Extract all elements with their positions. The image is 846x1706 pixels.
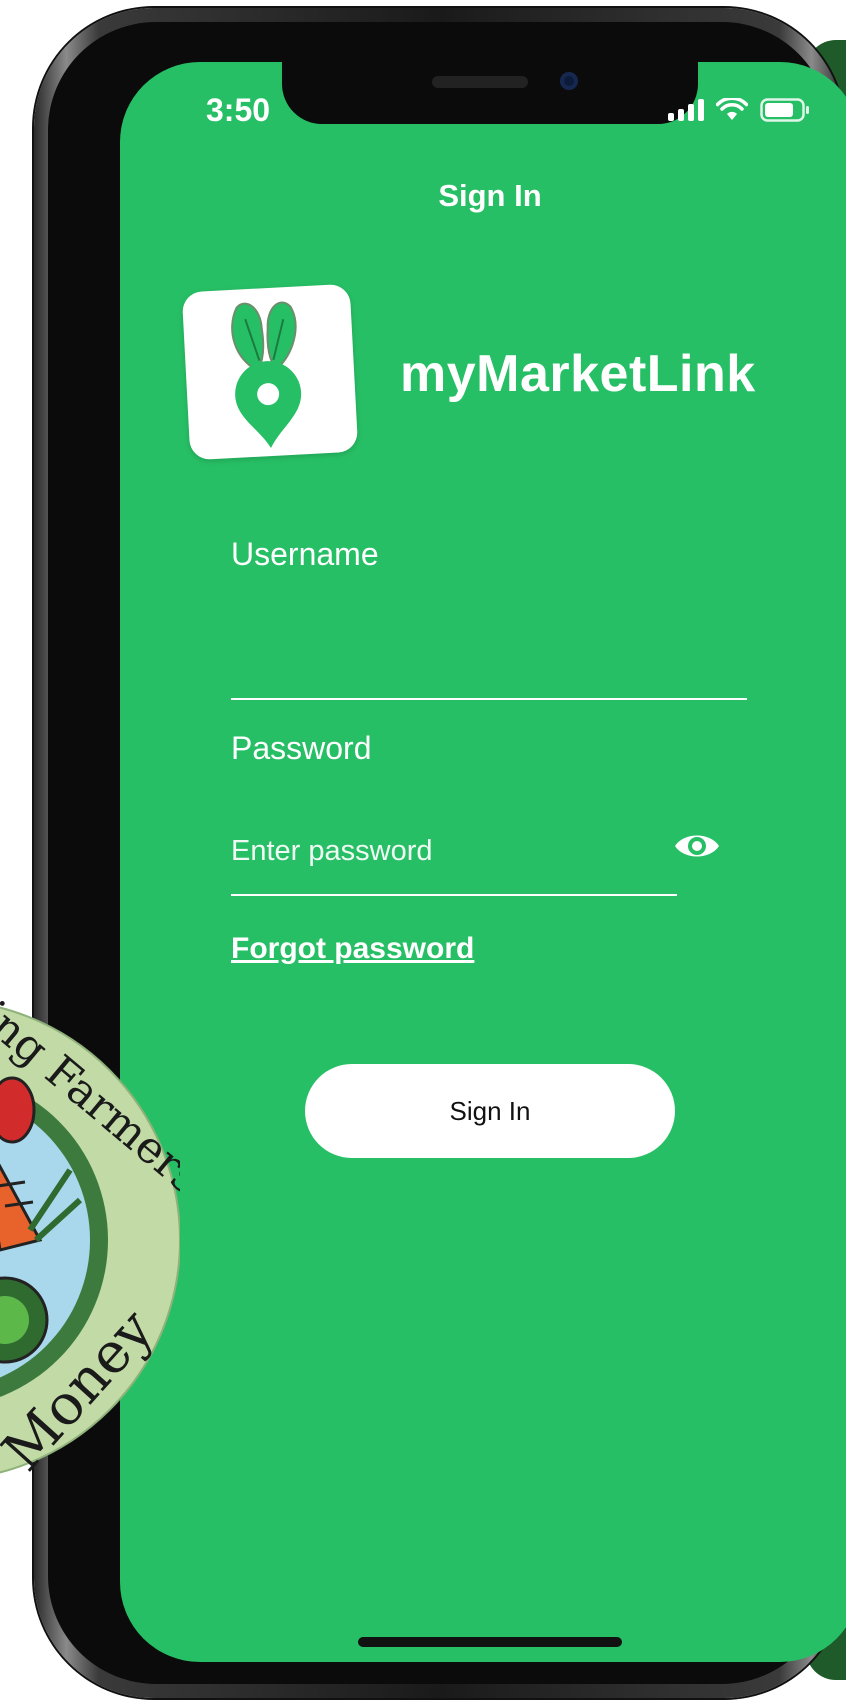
page-title: Sign In	[438, 178, 542, 213]
eye-icon	[675, 835, 719, 857]
home-indicator	[358, 1637, 622, 1647]
badge-text-top-wrap: ting Farmers	[0, 940, 180, 1260]
speaker-grille	[432, 76, 528, 88]
badge-text-bottom: Money	[0, 1297, 167, 1484]
forgot-password-link[interactable]: Forgot password	[231, 932, 474, 966]
brand-name: myMarketLink	[400, 345, 756, 403]
beet-location-pin-icon	[231, 301, 302, 449]
app-showcase: 3:50 Sign In myMarketLink Username Passw…	[0, 0, 846, 1706]
username-input[interactable]	[231, 618, 747, 668]
battery-icon	[760, 98, 810, 122]
badge-text-top: ting Farmers	[0, 980, 180, 1205]
badge-text-bottom-wrap: Money	[0, 1290, 180, 1510]
wifi-icon	[716, 98, 748, 122]
username-underline	[231, 698, 747, 700]
notch	[282, 62, 698, 124]
show-password-toggle[interactable]	[672, 828, 722, 864]
cellular-signal-icon	[668, 99, 704, 121]
status-icons	[668, 98, 810, 122]
phone-screen: 3:50 Sign In myMarketLink Username Passw…	[120, 62, 846, 1662]
farmers-badge: ting Farmers Money	[0, 930, 181, 1530]
status-time: 3:50	[206, 92, 271, 128]
username-label: Username	[231, 536, 379, 572]
app-logo	[181, 283, 359, 461]
password-underline	[231, 894, 677, 896]
sign-in-button[interactable]: Sign In	[305, 1064, 675, 1158]
password-label: Password	[231, 730, 372, 766]
front-camera	[560, 72, 578, 90]
password-input[interactable]	[231, 826, 677, 876]
